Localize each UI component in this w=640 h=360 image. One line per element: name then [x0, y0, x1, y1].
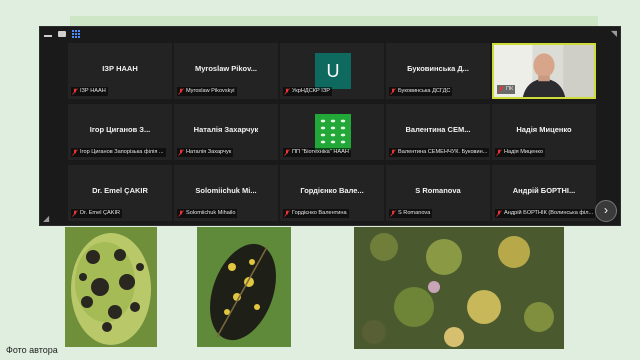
mic-muted-icon [284, 210, 290, 217]
participant-tile-active-speaker[interactable]: ПК [492, 43, 596, 99]
participant-name: Андрій БОРТНІ... [512, 186, 576, 195]
view-controls [44, 30, 80, 38]
participant-label: Андрій БОРТНІК (Волинська філ... [495, 209, 596, 218]
mic-muted-icon [284, 149, 290, 156]
leaf-photo-left [65, 227, 157, 347]
mic-muted-icon [496, 149, 502, 156]
participant-tile[interactable]: Наталія Захарчук Наталія Захарчук [174, 104, 278, 160]
participant-label: ПК [497, 85, 516, 94]
mic-muted-icon [496, 210, 502, 217]
participant-tile[interactable]: Myroslaw Pikov... Myroslaw Pikovskyi [174, 43, 278, 99]
ground-photo-right [354, 227, 564, 349]
meeting-gallery-window: ◢ ◥ ІЗР НААН ІЗР НААН Myroslaw Pikov... … [39, 26, 621, 226]
participant-label: Solomiichuk Mihailo [177, 209, 238, 218]
mic-muted-icon [72, 149, 78, 156]
leaf-photo-middle [197, 227, 291, 347]
participant-label: Гордієнко Валентина [283, 209, 349, 218]
participant-tile[interactable]: Гордієнко Вале... Гордієнко Валентина [280, 165, 384, 221]
fullscreen-icon[interactable] [58, 31, 66, 37]
photo-caption: Фото автора [6, 345, 58, 355]
mic-muted-icon [390, 88, 396, 95]
participant-tile[interactable]: Dr. Emel ÇAKIR Dr. Emel ÇAKIR [68, 165, 172, 221]
participant-name: Myroslaw Pikov... [195, 64, 257, 73]
participant-name: Надія Миценко [516, 125, 572, 134]
minimize-icon[interactable] [44, 32, 52, 37]
mic-muted-icon [178, 210, 184, 217]
resize-corner-icon[interactable]: ◢ [43, 215, 49, 223]
participant-label: Надія Миценко [495, 148, 545, 157]
participant-label: Наталія Захарчук [177, 148, 234, 157]
participant-name: Dr. Emel ÇAKIR [92, 186, 148, 195]
mic-muted-icon [72, 210, 78, 217]
resize-corner-icon[interactable]: ◥ [611, 30, 617, 38]
mic-muted-icon [178, 149, 184, 156]
participant-tile[interactable]: Валентина СЕМ... Валентина СЕМЕНЧУК. Бук… [386, 104, 490, 160]
participant-label: S Romanova [389, 209, 433, 218]
participant-label: Dr. Emel ÇAKIR [71, 209, 123, 218]
participant-name: S Romanova [415, 186, 461, 195]
participant-name: Валентина СЕМ... [405, 125, 471, 134]
next-page-button[interactable]: › [595, 200, 617, 222]
participant-tile[interactable]: Андрій БОРТНІ... Андрій БОРТНІК (Волинсь… [492, 165, 596, 221]
participant-tile[interactable]: ІЗР НААН ІЗР НААН [68, 43, 172, 99]
participant-tile[interactable]: U УкрНДСКР ІЗР [280, 43, 384, 99]
avatar [315, 114, 351, 150]
participant-label: ІЗР НААН [71, 87, 108, 96]
avatar: U [315, 53, 351, 89]
mic-muted-icon [178, 88, 184, 95]
participant-label: Валентина СЕМЕНЧУК. Буковин... [389, 148, 490, 157]
mic-muted-icon [390, 210, 396, 217]
mic-muted-icon [390, 149, 396, 156]
participant-label: Буковинська ДСГДС [389, 87, 453, 96]
participant-name: Solomiichuk Mi... [195, 186, 257, 195]
gallery-view-icon[interactable] [72, 30, 80, 38]
participant-tile[interactable]: Надія Миценко Надія Миценко [492, 104, 596, 160]
participant-name: ІЗР НААН [102, 64, 138, 73]
participant-tile[interactable]: ПП "Біотехніка" НААН [280, 104, 384, 160]
participant-label: УкрНДСКР ІЗР [283, 87, 332, 96]
participant-name: Буковинська Д... [407, 64, 469, 73]
participant-label: Ігор Циганов Запорізька філія ... [71, 148, 166, 157]
participant-tile[interactable]: Solomiichuk Mi... Solomiichuk Mihailo [174, 165, 278, 221]
participant-label: Myroslaw Pikovskyi [177, 87, 237, 96]
participant-tile[interactable]: S Romanova S Romanova [386, 165, 490, 221]
mic-muted-icon [72, 88, 78, 95]
mic-muted-icon [284, 88, 290, 95]
participant-name: Наталія Захарчук [193, 125, 259, 134]
participant-label: ПП "Біотехніка" НААН [283, 148, 351, 157]
participant-tile[interactable]: Буковинська Д... Буковинська ДСГДС [386, 43, 490, 99]
participant-tile[interactable]: Ігор Циганов З... Ігор Циганов Запорізьк… [68, 104, 172, 160]
participant-name: Ігор Циганов З... [89, 125, 151, 134]
participant-name: Гордієнко Вале... [300, 186, 364, 195]
mic-muted-icon [498, 86, 504, 93]
